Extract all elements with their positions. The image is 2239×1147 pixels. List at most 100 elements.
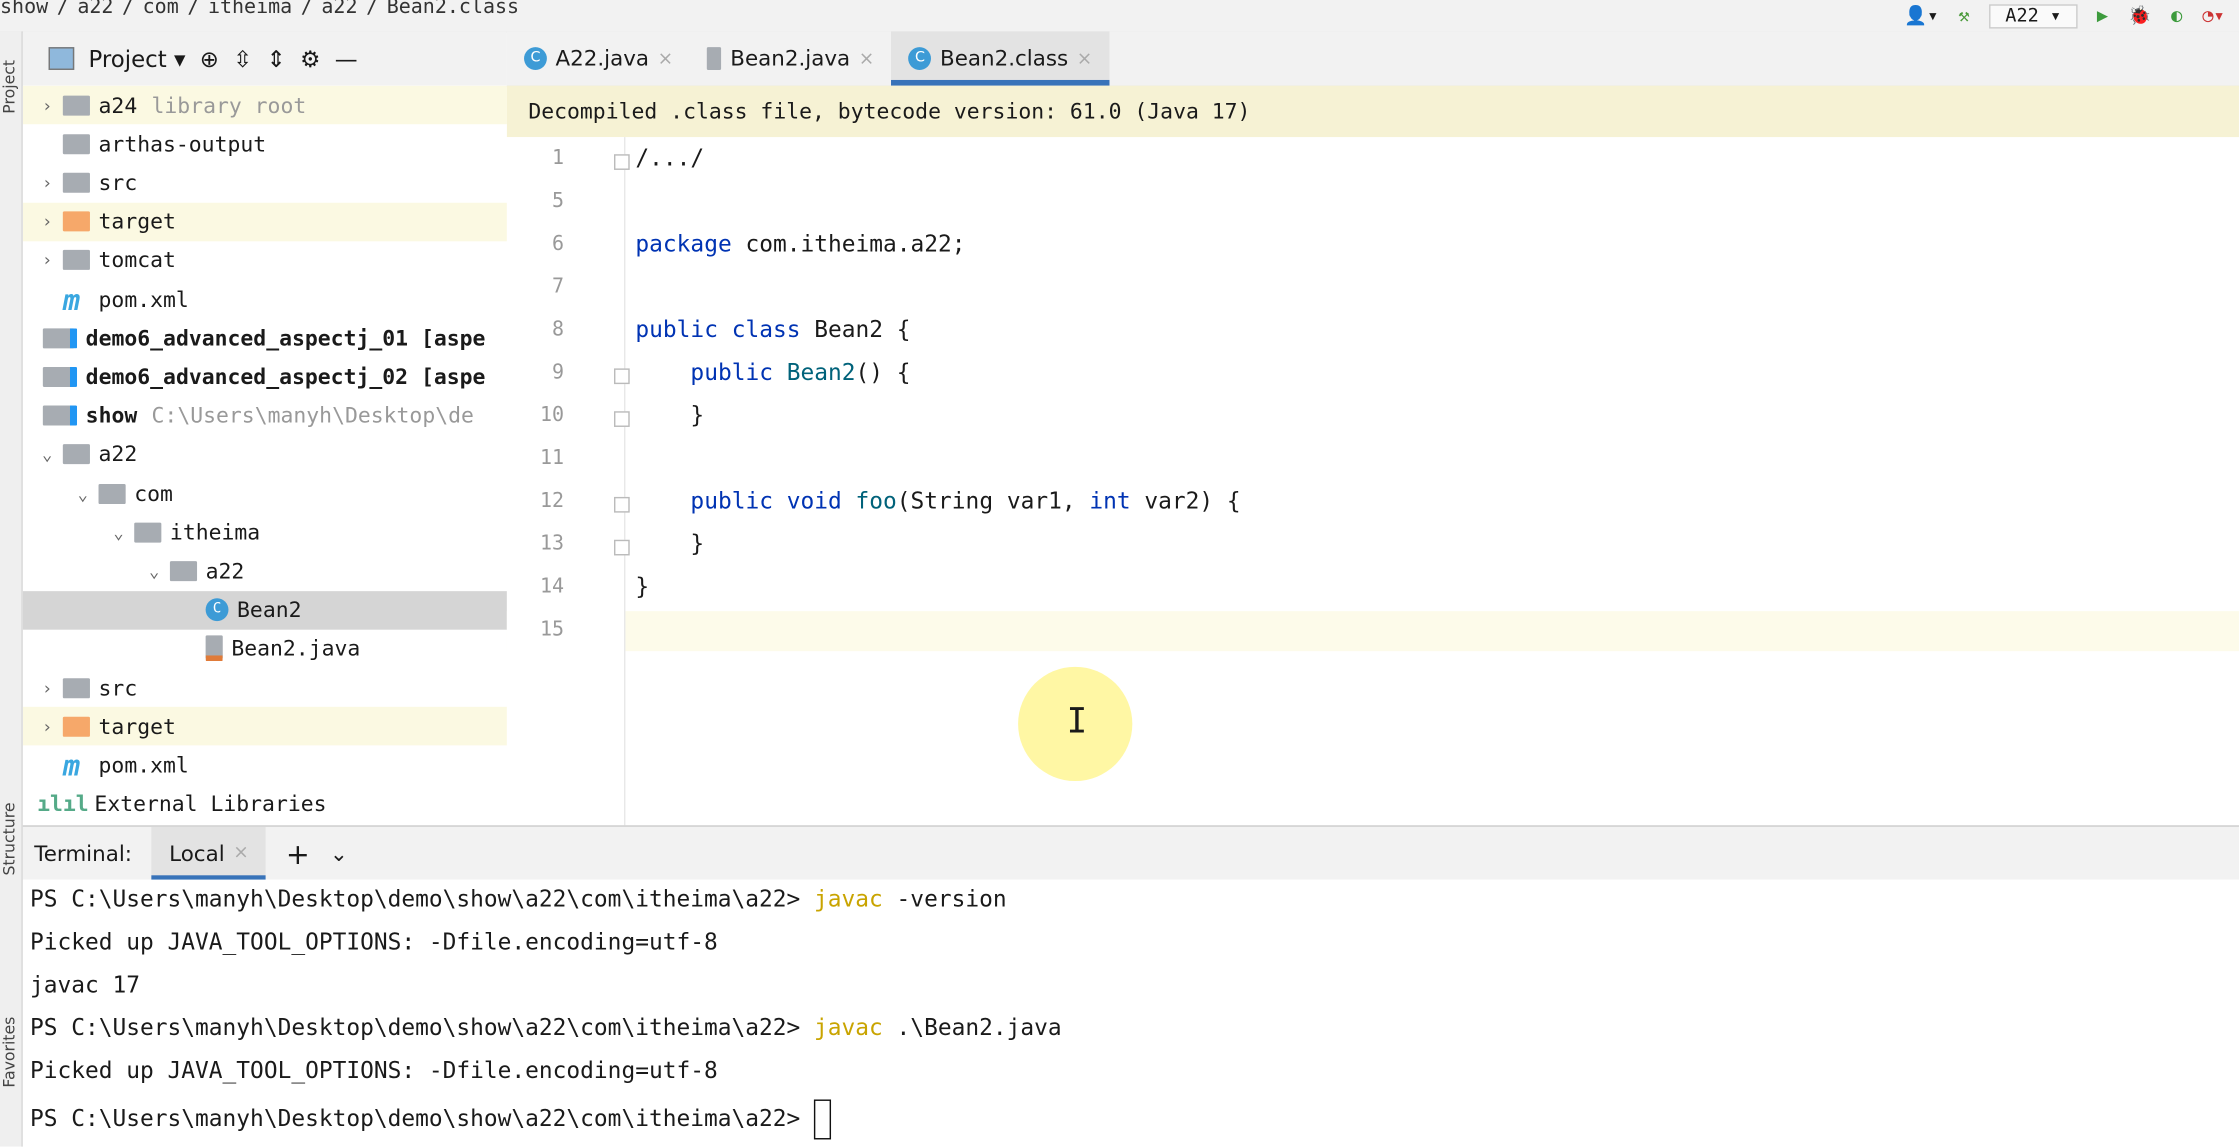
tree-item[interactable]: ⌄ com bbox=[23, 474, 507, 513]
chevron-right-icon[interactable]: › bbox=[37, 211, 57, 231]
folder-icon bbox=[62, 250, 90, 271]
code-line: package com.itheima.a22; bbox=[635, 229, 966, 258]
module-icon bbox=[42, 366, 78, 387]
line-number: 7 bbox=[551, 275, 565, 299]
tree-item-label: com bbox=[134, 480, 173, 507]
tree-item-label: External Libraries bbox=[94, 791, 327, 817]
tree-item-label: demo6_advanced_aspectj_02 [aspe bbox=[85, 363, 486, 390]
coverage-icon[interactable]: ◐ bbox=[2171, 5, 2182, 26]
tree-item[interactable]: ılıl External Libraries bbox=[23, 785, 507, 824]
tree-item[interactable]: ⌄ a22 bbox=[23, 435, 507, 474]
tree-item-label: Bean2 bbox=[237, 596, 302, 623]
tab-local[interactable]: Local × bbox=[152, 826, 266, 881]
breadcrumb-item[interactable]: com bbox=[143, 0, 179, 19]
tree-item-hint: C:\Users\manyh\Desktop\de bbox=[151, 402, 474, 429]
breadcrumb-separator: / bbox=[122, 0, 135, 19]
chevron-right-icon[interactable]: › bbox=[37, 95, 57, 115]
folder-icon bbox=[169, 561, 198, 581]
terminal-output[interactable]: PS C:\Users\manyh\Desktop\demo\show\a22\… bbox=[22, 879, 2239, 1147]
excluded-folder-icon bbox=[62, 211, 90, 232]
project-tool-button[interactable]: Project bbox=[0, 60, 19, 114]
breadcrumb-item[interactable]: a22 bbox=[77, 0, 113, 19]
class-icon: C bbox=[524, 47, 547, 70]
chevron-down-icon[interactable]: ⌄ bbox=[144, 561, 164, 581]
code-editor[interactable]: /.../ package com.itheima.a22; public clas… bbox=[624, 137, 2239, 825]
tree-item[interactable]: › src bbox=[23, 668, 507, 707]
tree-item[interactable]: m pom.xml bbox=[23, 746, 507, 785]
gear-icon[interactable]: ⚙ bbox=[300, 45, 320, 72]
line-number: 14 bbox=[539, 575, 565, 599]
tab-label: Bean2.java bbox=[730, 45, 851, 72]
java-file-icon bbox=[707, 47, 722, 70]
run-icon[interactable]: ▶ bbox=[2097, 5, 2108, 26]
chevron-right-icon[interactable]: › bbox=[37, 250, 57, 270]
favorites-tool-button[interactable]: Favorites bbox=[0, 1017, 19, 1088]
chevron-down-icon[interactable]: ⌄ bbox=[73, 483, 93, 503]
build-icon[interactable]: ⚒ bbox=[1958, 5, 1969, 26]
breadcrumb: show / a22 / com / itheima / a22 / Bean2.class bbox=[0, 0, 2239, 33]
code-line: /.../ bbox=[635, 144, 705, 172]
project-tree: › a24 library root arthas-output › src › target… bbox=[22, 85, 507, 826]
tree-item[interactable]: › target bbox=[22, 707, 507, 746]
close-icon[interactable]: × bbox=[233, 842, 249, 863]
tab-a22-java[interactable]: C A22.java × bbox=[507, 31, 690, 85]
user-icon[interactable]: 👤▾ bbox=[1904, 5, 1938, 26]
chevron-right-icon[interactable]: › bbox=[37, 173, 57, 193]
chevron-right-icon[interactable]: › bbox=[37, 678, 57, 698]
tree-item[interactable]: ⌄ a22 bbox=[23, 552, 507, 591]
hide-icon[interactable]: — bbox=[335, 45, 358, 72]
line-number: 8 bbox=[551, 318, 565, 342]
tab-bean2-class[interactable]: C Bean2.class × bbox=[891, 31, 1110, 86]
line-number: 6 bbox=[551, 232, 565, 256]
expand-all-icon[interactable]: ⇳ bbox=[233, 45, 252, 72]
collapse-all-icon[interactable]: ⇕ bbox=[267, 45, 286, 72]
tree-item[interactable]: › target bbox=[22, 202, 507, 241]
chevron-down-icon[interactable]: ⌄ bbox=[109, 522, 129, 542]
tab-label: Local bbox=[169, 840, 225, 867]
tree-item[interactable]: m pom.xml bbox=[23, 280, 507, 319]
tree-item[interactable]: demo6_advanced_aspectj_01 [aspe bbox=[23, 319, 507, 358]
run-config-select[interactable]: A22 ▾ bbox=[1989, 3, 2077, 28]
tab-bean2-java[interactable]: Bean2.java × bbox=[690, 31, 891, 85]
tree-item[interactable]: demo6_advanced_aspectj_02 [aspe bbox=[23, 358, 507, 397]
tree-item-label: show bbox=[85, 402, 138, 429]
editor-gutter: 1 5 6 7 8 9 10 11 12 13 14 15 bbox=[506, 137, 630, 826]
tree-item[interactable]: › src bbox=[23, 163, 507, 202]
terminal-header: Terminal: Local × + ⌄ bbox=[22, 825, 2239, 881]
tree-item-label: tomcat bbox=[98, 247, 176, 274]
terminal-cursor[interactable] bbox=[814, 1099, 832, 1140]
line-number: 9 bbox=[551, 361, 565, 385]
profile-icon[interactable]: ◔▾ bbox=[2202, 5, 2224, 26]
tree-item[interactable]: arthas-output bbox=[23, 124, 507, 163]
project-view-select[interactable]: Project ▾ bbox=[89, 45, 186, 72]
line-number: 13 bbox=[539, 532, 565, 556]
breadcrumb-item[interactable]: a22 bbox=[321, 0, 357, 19]
tree-item[interactable]: show C:\Users\manyh\Desktop\de bbox=[23, 396, 507, 435]
terminal-command: javac bbox=[814, 1013, 883, 1041]
breadcrumb-item[interactable]: show bbox=[0, 0, 48, 19]
tree-item[interactable]: Bean2.java bbox=[23, 629, 507, 668]
chevron-right-icon[interactable]: › bbox=[37, 716, 57, 736]
debug-icon[interactable]: 🐞 bbox=[2128, 5, 2151, 26]
add-tab-icon[interactable]: + bbox=[286, 836, 310, 870]
tree-item[interactable]: ⌄ itheima bbox=[23, 513, 507, 552]
chevron-down-icon[interactable]: ⌄ bbox=[37, 445, 57, 465]
tree-item-label: arthas-output bbox=[98, 130, 267, 157]
code-line: public Bean2() { bbox=[690, 358, 911, 386]
tree-item[interactable]: › a24 library root bbox=[22, 85, 507, 125]
chevron-down-icon[interactable]: ⌄ bbox=[330, 840, 348, 866]
terminal-command: javac bbox=[814, 885, 883, 913]
line-number: 12 bbox=[539, 489, 565, 513]
breadcrumb-item[interactable]: Bean2.class bbox=[387, 0, 519, 19]
close-icon[interactable]: × bbox=[658, 48, 674, 69]
terminal-args: -version bbox=[882, 885, 1007, 913]
line-number: 1 bbox=[551, 147, 565, 170]
close-icon[interactable]: × bbox=[859, 48, 875, 69]
tree-item[interactable]: › tomcat bbox=[23, 241, 507, 280]
tree-item[interactable]: C Bean2 bbox=[22, 590, 507, 630]
locate-icon[interactable]: ⊕ bbox=[200, 45, 219, 72]
close-icon[interactable]: × bbox=[1077, 48, 1093, 69]
structure-tool-button[interactable]: Structure bbox=[0, 802, 19, 875]
code-line: } bbox=[635, 401, 705, 429]
breadcrumb-item[interactable]: itheima bbox=[208, 0, 292, 19]
